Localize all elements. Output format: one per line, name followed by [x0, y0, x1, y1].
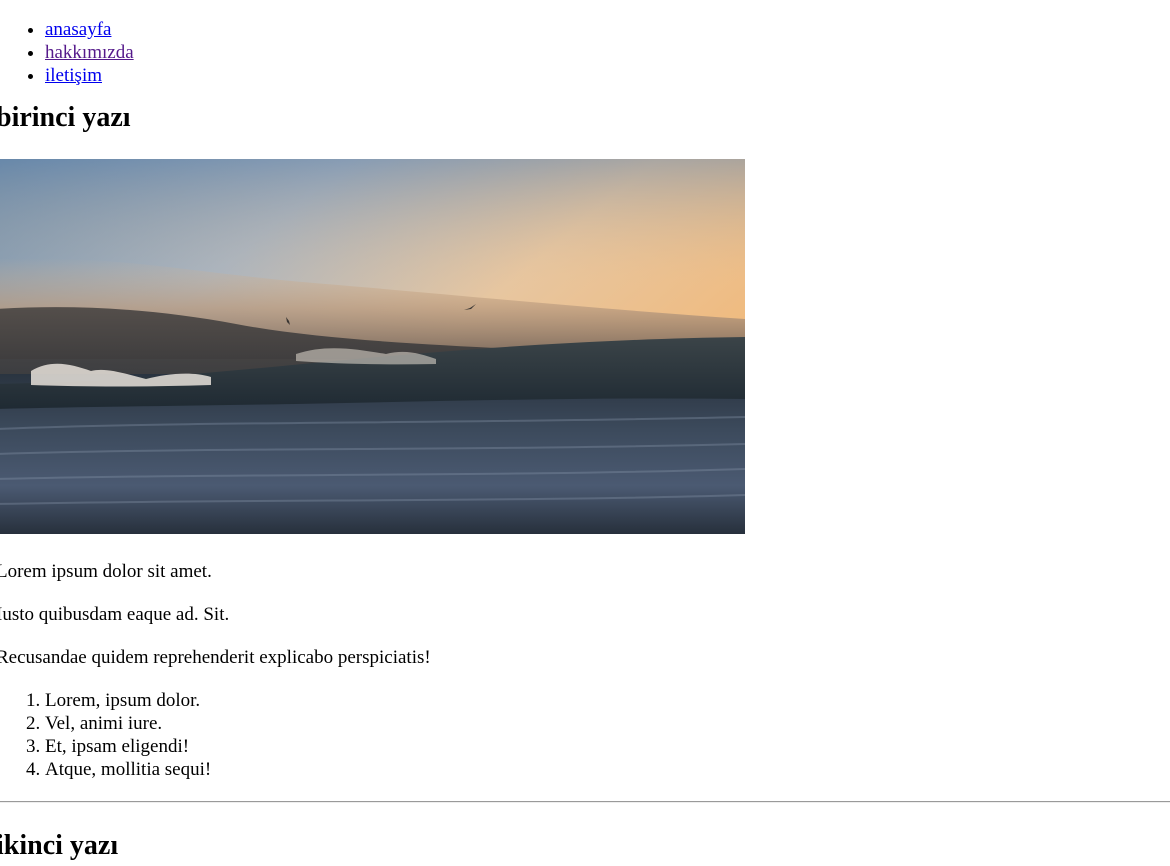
list-item: Lorem, ipsum dolor. [45, 689, 1170, 712]
nav-link-iletisim[interactable]: iletişim [45, 65, 102, 86]
post-ordered-list: Lorem, ipsum dolor. Vel, animi iure. Et,… [0, 689, 1170, 781]
nav-item-anasayfa: anasayfa [45, 18, 1170, 41]
post-title-1: birinci yazı [0, 102, 131, 133]
page: anasayfa hakkımızda iletişim birinci yaz… [0, 0, 1170, 862]
post-title-2: ikinci yazı [0, 830, 119, 861]
nav-item-hakkimizda: hakkımızda [45, 41, 1170, 64]
post-paragraph-2: Iusto quibusdam eaque ad. Sit. [0, 604, 230, 625]
list-item: Atque, mollitia sequi! [45, 758, 1170, 781]
sunset-ocean-wave-photo [0, 159, 745, 534]
post-paragraph-3: Recusandae quidem reprehenderit explicab… [0, 647, 431, 668]
list-item: Vel, animi iure. [45, 712, 1170, 735]
post-divider [0, 801, 1170, 803]
post-paragraph-1: Lorem ipsum dolor sit amet. [0, 561, 212, 582]
nav-item-iletisim: iletişim [45, 64, 1170, 87]
nav-link-hakkimizda[interactable]: hakkımızda [45, 42, 134, 63]
list-item: Et, ipsam eligendi! [45, 735, 1170, 758]
nav-menu: anasayfa hakkımızda iletişim [0, 18, 1170, 87]
nav-link-anasayfa[interactable]: anasayfa [45, 19, 111, 40]
